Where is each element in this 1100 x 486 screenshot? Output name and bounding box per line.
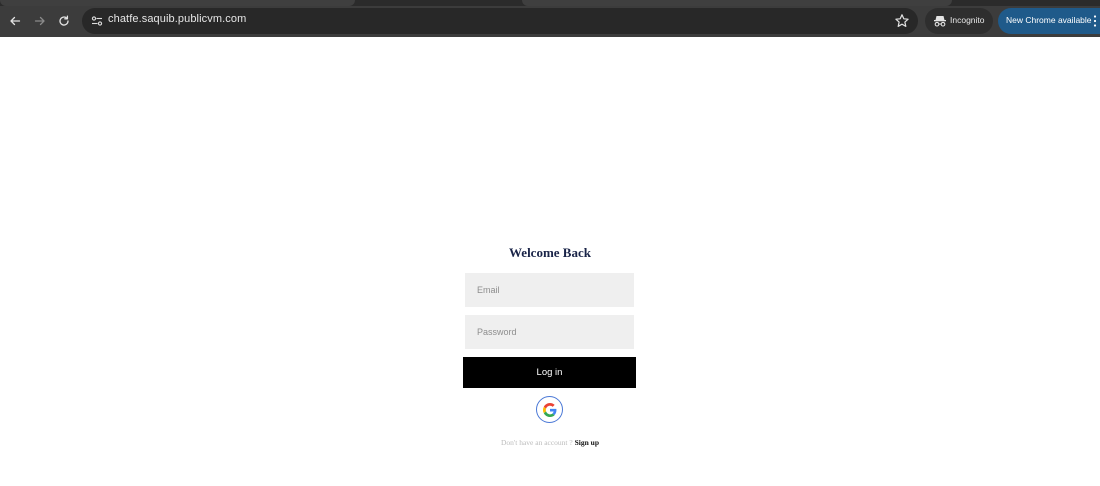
password-field[interactable] [465, 315, 634, 349]
signup-link[interactable]: Sign up [575, 438, 599, 447]
signup-prompt: Don't have an account ? Sign up [450, 438, 650, 447]
login-button[interactable]: Log in [463, 357, 636, 388]
page-title: Welcome Back [509, 245, 591, 260]
signup-prompt-text: Don't have an account ? [500, 438, 573, 447]
email-field[interactable] [465, 273, 634, 307]
google-signin-button[interactable] [536, 396, 563, 423]
google-logo-icon [542, 402, 556, 417]
login-page: Welcome Back Log in Don't have an accoun… [0, 0, 1100, 486]
